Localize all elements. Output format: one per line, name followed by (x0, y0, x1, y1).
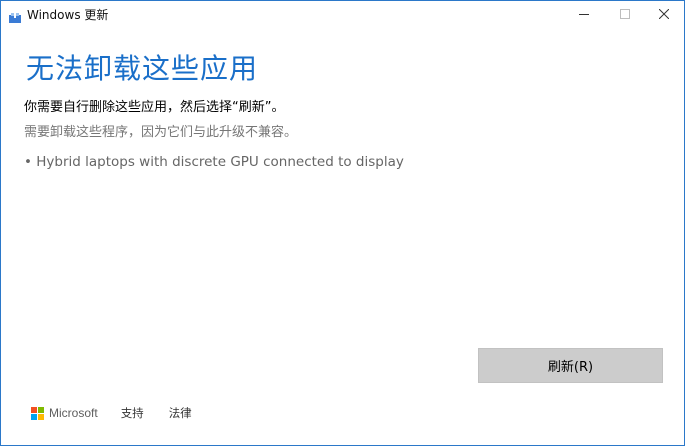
incompatible-app-list: • Hybrid laptops with discrete GPU conne… (24, 154, 404, 170)
windows-update-icon (9, 8, 21, 23)
setup-window: Windows 更新 无法卸载这些应用 你需要自行删除这些应用，然后选择“刷新”… (0, 0, 685, 446)
maximize-button[interactable] (605, 1, 645, 27)
window-title: Windows 更新 (27, 8, 109, 22)
close-icon (659, 9, 669, 19)
title-bar[interactable]: Windows 更新 (1, 1, 684, 27)
reason-text: 需要卸载这些程序，因为它们与此升级不兼容。 (24, 125, 298, 140)
close-button[interactable] (644, 1, 684, 27)
minimize-button[interactable] (564, 1, 604, 27)
microsoft-brand: Microsoft (49, 406, 98, 420)
microsoft-logo-icon (31, 406, 44, 420)
footer: Microsoft 支持 法律 (31, 404, 217, 422)
list-item: • Hybrid laptops with discrete GPU conne… (24, 154, 404, 170)
maximize-icon (620, 9, 630, 19)
legal-link[interactable]: 法律 (169, 405, 192, 421)
support-link[interactable]: 支持 (121, 405, 144, 421)
page-title: 无法卸载这些应用 (26, 52, 259, 85)
instruction-text: 你需要自行删除这些应用，然后选择“刷新”。 (24, 100, 285, 115)
minimize-icon (579, 14, 589, 15)
refresh-button[interactable]: 刷新(R) (478, 348, 663, 383)
